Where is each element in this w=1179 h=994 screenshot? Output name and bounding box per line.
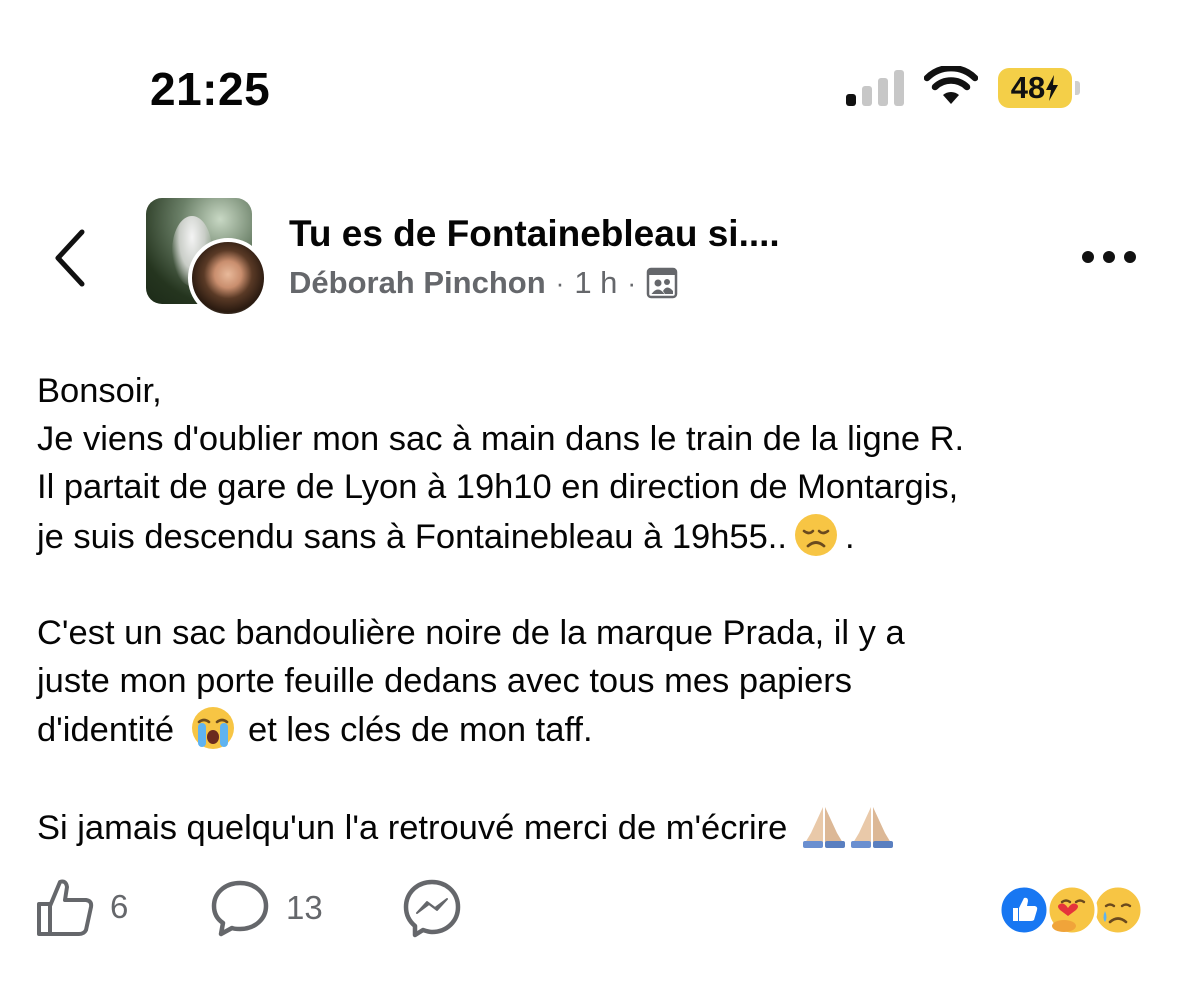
back-chevron-icon[interactable] [50,228,90,288]
group-title[interactable]: Tu es de Fontainebleau si.... [289,213,780,255]
author-name[interactable]: Déborah Pinchon [289,265,546,301]
messenger-icon [403,879,461,938]
post-line: Bonsoir, [37,372,162,410]
group-members-icon [646,267,678,299]
like-button[interactable]: 6 [36,876,128,938]
post-line: d'identité et les clés de mon taff. [37,705,1157,754]
comment-button[interactable]: 13 [210,878,323,938]
post-line-text: . [844,517,855,556]
post-line: juste mon porte feuille dedans avec tous… [37,662,853,701]
care-reaction-icon [1046,884,1098,936]
post-actions: 6 13 [36,876,1156,942]
folded-hands-icon [851,806,894,848]
post-line-text: d'identité [37,711,175,750]
like-count: 6 [110,888,129,925]
post-line: C'est un sac bandoulière noire de la mar… [37,614,905,652]
sad-reaction-icon [1092,884,1144,936]
post-line: Il partait de gare de Lyon à 19h10 en di… [37,468,959,507]
thumbs-up-icon [37,879,94,936]
disappointed-face-icon [794,513,837,556]
post-line: je suis descendu sans à Fontainebleau à … [37,512,1157,561]
battery-nub [1075,81,1080,95]
post-text: Bonsoir, Je viens d'oublier mon sac à ma… [37,367,1157,852]
comment-bubble-icon [211,880,269,937]
more-options-icon[interactable] [1080,249,1138,265]
send-message-button[interactable] [402,878,462,938]
post-line-text: Si jamais quelqu'un l'a retrouvé merci d… [37,808,788,847]
status-time: 21:25 [150,63,271,115]
comment-count: 13 [286,889,323,926]
author-avatar[interactable] [188,238,268,318]
meta-separator: · [627,267,637,298]
meta-separator: · [555,267,565,298]
crying-face-icon [192,707,235,750]
battery-indicator: 48 [998,68,1072,108]
post-line: Je viens d'oublier mon sac à main dans l… [37,420,965,459]
folded-hands-icon [803,806,846,848]
post-line-text: et les clés de mon taff. [248,711,593,750]
post-line: Si jamais quelqu'un l'a retrouvé merci d… [37,803,1157,852]
cellular-signal-icon [846,70,904,106]
post-meta: Déborah Pinchon · 1 h · [289,265,678,301]
post-time[interactable]: 1 h [574,265,617,301]
reactions-summary[interactable] [998,882,1148,938]
like-reaction-icon [998,884,1050,936]
battery-level: 48 [1010,70,1046,105]
charging-bolt-icon [1046,75,1059,101]
post-line-text: je suis descendu sans à Fontainebleau à … [37,517,787,556]
wifi-icon [924,66,978,104]
